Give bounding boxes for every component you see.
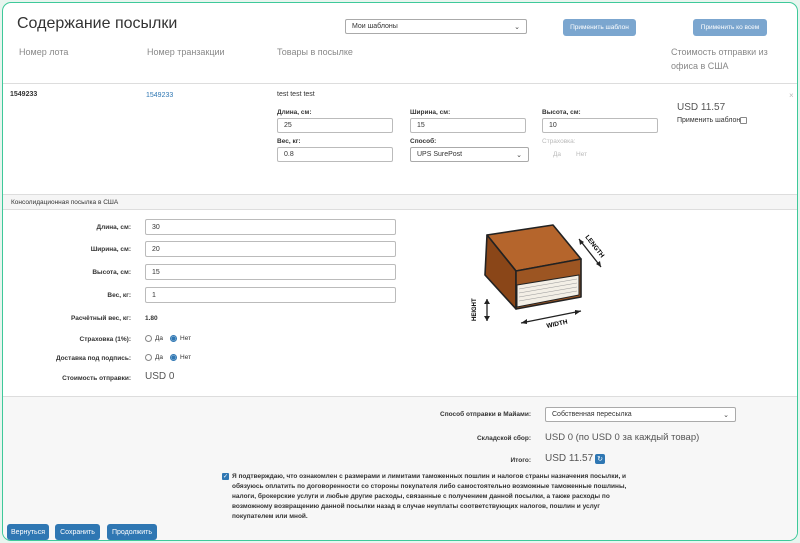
confirm-line-4: возможному возвращению данной посылки на… <box>232 503 600 510</box>
item-method-select[interactable]: UPS SurePost ⌄ <box>410 147 529 162</box>
diagram-length-label: LENGTH <box>583 234 605 260</box>
confirm-checkbox[interactable]: ✓ <box>222 473 229 480</box>
apply-template-button[interactable]: Применить шаблон <box>563 19 636 36</box>
diagram-width-label: WIDTH <box>546 319 569 330</box>
calc-weight-label: Расчётный вес, кг: <box>71 315 131 322</box>
item-method-label: Способ: <box>410 138 437 145</box>
item-height-label: Высота, см: <box>542 109 581 116</box>
signature-no-label: Нет <box>180 354 192 361</box>
close-icon[interactable]: × <box>789 91 794 100</box>
item-height-input[interactable]: 10 <box>542 118 658 133</box>
confirm-line-1: Я подтверждаю, что ознакомлен с размерам… <box>232 473 627 480</box>
cons-weight-input[interactable]: 1 <box>145 287 396 303</box>
signature-radios: Да Нет <box>145 354 191 361</box>
col-shipping-line1: Стоимость отправки из <box>671 47 768 57</box>
insurance-no-label: Нет <box>180 335 192 342</box>
box-dimensions-diagram: LENGTH HEIGHT WIDTH <box>472 224 606 330</box>
item-length-input[interactable]: 25 <box>277 118 393 133</box>
item-weight-label: Вес, кг: <box>277 138 301 145</box>
templates-select-value: Мои шаблоны <box>352 23 398 30</box>
confirm-text: Я подтверждаю, что ознакомлен с размерам… <box>232 472 652 522</box>
consolidated-title: Консолидационная посылка в США <box>11 199 119 206</box>
total-label: Итого: <box>510 457 532 464</box>
item-apply-template-label: Применить шаблон <box>677 117 741 124</box>
cons-length-label: Длина, см: <box>96 224 132 231</box>
item-method-value: UPS SurePost <box>417 151 463 158</box>
cost-label: Стоимость отправки: <box>62 375 131 382</box>
signature-yes-label: Да <box>155 354 164 361</box>
calc-weight-value: 1.80 <box>145 315 158 322</box>
insurance-yes-radio[interactable] <box>145 335 152 342</box>
cons-width-input[interactable]: 20 <box>145 241 396 257</box>
diagram-height-label: HEIGHT <box>472 298 478 321</box>
confirm-line-5: покупателем или мной. <box>232 513 308 520</box>
signature-no-radio[interactable] <box>170 354 178 361</box>
col-lot-number: Номер лота <box>19 47 69 57</box>
item-width-label: Ширина, см: <box>410 109 451 116</box>
apply-all-button[interactable]: Применить ко всем <box>693 19 767 36</box>
insurance-radios: Да Нет <box>145 335 191 342</box>
col-goods: Товары в посылке <box>277 47 353 57</box>
save-button[interactable]: Сохранить <box>55 524 100 540</box>
miami-method-value: Собственная пересылка <box>552 411 632 418</box>
warehouse-fee-label: Складской сбор: <box>476 435 531 442</box>
cons-height-input[interactable]: 15 <box>145 264 396 280</box>
signature-yes-radio[interactable] <box>145 354 152 361</box>
continue-button[interactable]: Продолжить <box>107 524 157 540</box>
confirm-line-2: обязуюсь оплатить по договоренности со с… <box>232 483 627 490</box>
item-price: USD 11.57 <box>677 102 726 113</box>
item-weight-input[interactable]: 0.8 <box>277 147 393 162</box>
page-title: Содержание посылки <box>17 15 178 32</box>
item-insurance-no[interactable]: Нет <box>576 151 587 158</box>
consolidated-section-bar: Консолидационная посылка в США <box>3 194 797 210</box>
transaction-link[interactable]: 1549233 <box>146 92 173 99</box>
chevron-down-icon: ⌄ <box>516 151 522 159</box>
warehouse-fee-value: USD 0 (по USD 0 за каждый товар) <box>545 432 700 443</box>
item-apply-template-checkbox[interactable] <box>740 117 747 124</box>
main-frame: Содержание посылки Мои шаблоны ⌄ Примени… <box>2 2 798 541</box>
item-width-input[interactable]: 15 <box>410 118 526 133</box>
chevron-down-icon: ⌄ <box>514 23 520 31</box>
cost-value: USD 0 <box>145 371 175 382</box>
col-transaction: Номер транзакции <box>147 47 225 57</box>
goods-title: test test test <box>277 91 315 98</box>
insurance-yes-label: Да <box>155 335 164 342</box>
cons-height-label: Высота, см: <box>92 269 131 276</box>
item-length-label: Длина, см: <box>277 109 312 116</box>
miami-method-label: Способ отправки в Майами: <box>440 411 531 418</box>
cons-weight-label: Вес, кг: <box>107 292 131 299</box>
cons-width-label: Ширина, см: <box>90 246 131 253</box>
confirm-line-3: налоги, брокерские услуги и любые другие… <box>232 493 610 500</box>
col-shipping-line2: офиса в США <box>671 61 729 71</box>
item-insurance-yes[interactable]: Да <box>553 151 561 158</box>
divider <box>3 83 797 84</box>
cons-length-input[interactable]: 30 <box>145 219 396 235</box>
total-value: USD 11.57 <box>545 453 594 464</box>
chevron-down-icon: ⌄ <box>723 411 729 419</box>
insurance-no-radio[interactable] <box>170 335 178 342</box>
templates-select[interactable]: Мои шаблоны ⌄ <box>345 19 527 34</box>
back-button[interactable]: Вернуться <box>7 524 49 540</box>
lot-number: 1549233 <box>10 91 38 98</box>
insurance-label: Страховка (1%): <box>79 336 131 343</box>
miami-method-select[interactable]: Собственная пересылка ⌄ <box>545 407 736 422</box>
signature-label: Доставка под подпись: <box>55 355 131 362</box>
refresh-icon[interactable]: ↻ <box>595 454 605 464</box>
item-insurance-label: Страховка: <box>542 138 576 145</box>
